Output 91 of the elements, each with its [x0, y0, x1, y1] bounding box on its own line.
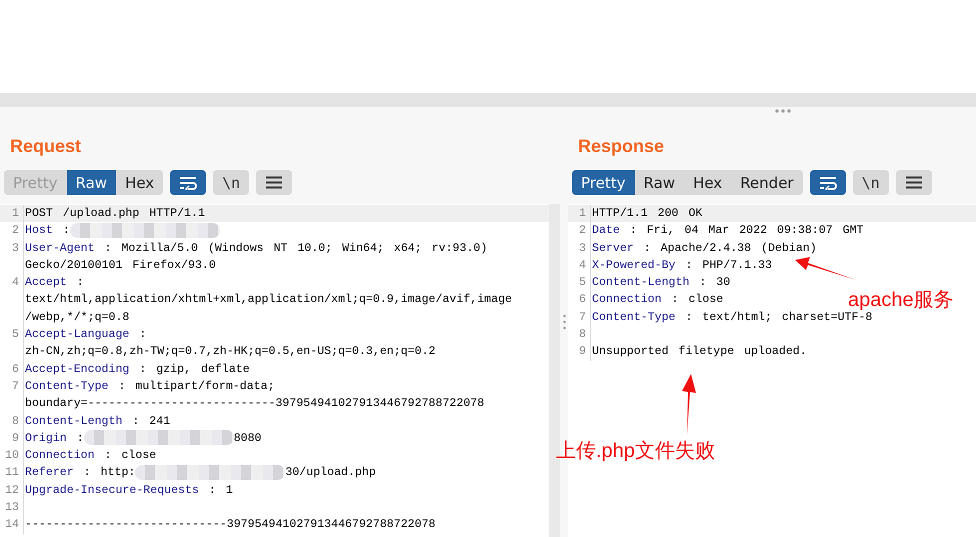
header-value: : Apache/2.4.38 (Debian): [644, 242, 817, 255]
line-number: 1: [0, 205, 24, 222]
line-number: 7: [568, 308, 591, 326]
code-line: /webp,*/*;q=0.8: [25, 310, 130, 324]
wrap-icon: [179, 176, 198, 190]
line-number: 11: [0, 464, 24, 482]
line-number: 5: [568, 274, 591, 292]
code-line: boundary=---------------------------397954941027913446792788722078: [25, 397, 484, 410]
view-tab[interactable]: Hex: [684, 170, 732, 195]
header-name: Date: [592, 224, 620, 238]
line-number: 3: [0, 240, 24, 257]
header-value: : Mozilla/5.0 (Windows NT 10.0; Win64; x64; rv:93.0): [104, 242, 488, 255]
panel-title: Response: [577, 135, 664, 158]
drag-handle-icon: [562, 313, 566, 331]
header-name: Content-Length: [25, 414, 122, 428]
header-value: :: [76, 432, 84, 445]
line-number: 9: [568, 343, 591, 361]
header-value: : http:: [84, 466, 136, 480]
line-number: 4: [568, 256, 591, 274]
header-name: Host: [25, 224, 53, 238]
header-name: Connection: [592, 293, 662, 306]
header-value: : close: [104, 449, 156, 462]
header-value: 30/upload.php: [285, 466, 376, 480]
header-name: Upgrade-Insecure-Requests: [25, 484, 199, 497]
view-tab[interactable]: Render: [731, 170, 803, 195]
header-value: : close: [672, 293, 724, 306]
header-value: : 241: [132, 414, 170, 428]
newline-button[interactable]: \n: [213, 170, 250, 195]
line-number: 7: [0, 378, 24, 396]
code-line: Unsupported filetype uploaded.: [592, 345, 807, 358]
line-number: 1: [568, 205, 591, 222]
line-number: 14: [0, 516, 24, 534]
line-number: 10: [0, 447, 24, 464]
code-line: text/html,application/xhtml+xml,application/xml;q=0.9,image/avif,image: [25, 293, 512, 306]
line-number: 8: [568, 326, 591, 344]
menu-icon: [266, 176, 282, 189]
header-value: : text/html; charset=UTF-8: [685, 310, 872, 324]
header-value: 8080: [234, 432, 262, 445]
code-line: HTTP/1.1 200 OK: [592, 207, 702, 220]
code-line: POST /upload.php HTTP/1.1: [25, 207, 205, 220]
menu-button[interactable]: [896, 170, 932, 195]
wrap-lines-button[interactable]: [810, 170, 846, 195]
line-number: 2: [0, 222, 24, 240]
header-name: Connection: [25, 449, 95, 462]
header-value: : 1: [208, 484, 233, 497]
wrap-lines-button[interactable]: [170, 170, 206, 195]
header-name: Accept-Language: [25, 328, 130, 342]
line-number: 4: [0, 274, 24, 292]
view-tab[interactable]: Raw: [634, 170, 684, 195]
view-tab[interactable]: Hex: [116, 170, 164, 195]
header-value: : gzip, deflate: [139, 362, 250, 376]
annotation-label: 上传.php文件失败: [556, 441, 715, 461]
line-number: 2: [568, 222, 591, 240]
line-number: 6: [0, 360, 24, 378]
menu-button[interactable]: [256, 170, 292, 195]
header-name: Server: [592, 242, 634, 255]
code-line: zh-CN,zh;q=0.8,zh-TW;q=0.7,zh-HK;q=0.5,en-US;q=0.3,en;q=0.2: [25, 345, 436, 358]
line-number: 3: [568, 240, 591, 257]
drag-handle-icon[interactable]: [775, 109, 791, 113]
line-number: 9: [0, 430, 24, 448]
wrap-icon: [818, 176, 837, 190]
line-number: 12: [0, 482, 24, 500]
line-number: 8: [0, 412, 24, 430]
header-name: X-Powered-By: [592, 258, 676, 272]
annotation-arrow: [795, 257, 856, 280]
header-value: : 30: [699, 276, 730, 290]
menu-icon: [906, 176, 922, 189]
line-number: 5: [0, 326, 24, 344]
header-name: User-Agent: [25, 242, 95, 255]
header-name: Content-Length: [592, 276, 690, 290]
header-name: Accept: [25, 276, 67, 290]
header-value: :: [139, 328, 146, 342]
view-tab[interactable]: Pretty: [572, 170, 634, 195]
header-name: Content-Type: [592, 310, 676, 324]
header-value: : Fri, 04 Mar 2022 09:38:07 GMT: [630, 224, 864, 238]
line-number: 13: [0, 499, 24, 516]
header-name: Origin: [25, 432, 67, 445]
code-line: -----------------------------397954941027913446792788722078: [25, 518, 436, 532]
header-value: :: [76, 276, 84, 290]
line-number: 6: [568, 291, 591, 309]
header-value: : multipart/form-data;: [118, 380, 275, 393]
newline-button[interactable]: \n: [852, 170, 889, 195]
header-value: : PHP/7.1.33: [685, 258, 772, 272]
header-name: Referer: [25, 466, 74, 480]
annotation-label: apache服务: [848, 290, 954, 310]
header-name: Content-Type: [25, 380, 108, 393]
panel-title: Request: [9, 135, 82, 158]
header-value: :: [62, 224, 70, 238]
code-line: Gecko/20100101 Firefox/93.0: [25, 258, 216, 272]
header-name: Accept-Encoding: [25, 362, 130, 376]
view-tab[interactable]: Raw: [66, 170, 116, 195]
